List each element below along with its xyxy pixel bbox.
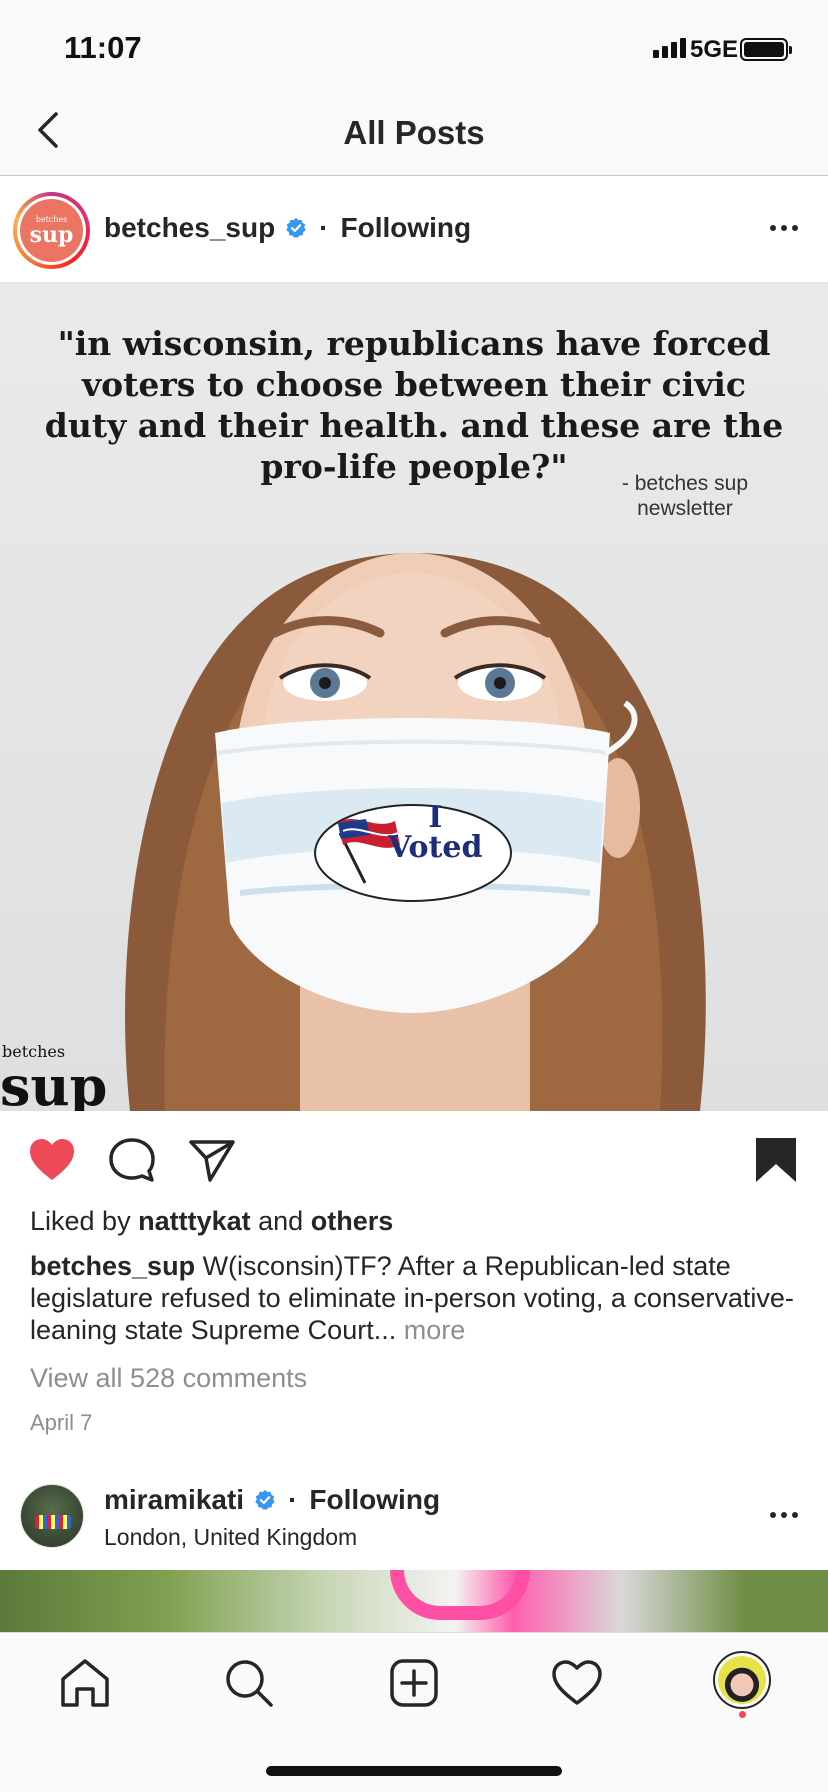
search-icon[interactable]: [221, 1655, 277, 1711]
next-post-header: miramikati · Following London, United Ki…: [0, 1478, 828, 1570]
post-header: betches sup betches_sup · Following: [0, 177, 828, 283]
avatar-logo: betches sup: [20, 199, 83, 262]
status-time: 11:07: [64, 30, 142, 65]
sticker-text: I Voted: [388, 800, 483, 865]
profile-avatar-icon[interactable]: [713, 1651, 771, 1709]
status-bar: 11:07 5GE: [0, 0, 828, 92]
heart-filled-icon[interactable]: [26, 1134, 78, 1186]
heart-outline-icon[interactable]: [549, 1655, 605, 1711]
image-quote: "in wisconsin, republicans have forced v…: [44, 324, 784, 486]
more-options-icon[interactable]: [770, 1512, 798, 1518]
separator-dot: ·: [288, 1484, 298, 1515]
battery-icon: [740, 38, 792, 61]
quote-attribution: - betches sup newsletter: [621, 472, 748, 520]
post-actions: [0, 1112, 828, 1207]
likes-summary[interactable]: Liked by natttykat and others: [30, 1206, 393, 1237]
home-icon[interactable]: [57, 1655, 113, 1711]
notification-dot: [739, 1711, 746, 1718]
liked-by-others[interactable]: others: [311, 1206, 394, 1236]
verified-badge-icon: [286, 217, 306, 238]
avatar[interactable]: [20, 1484, 84, 1548]
bookmark-filled-icon[interactable]: [750, 1134, 802, 1186]
home-indicator[interactable]: [266, 1766, 562, 1776]
network-type: 5GE: [690, 36, 739, 63]
verified-badge-icon: [255, 1489, 275, 1510]
view-comments-link[interactable]: View all 528 comments: [30, 1363, 307, 1394]
following-button[interactable]: Following: [341, 212, 472, 244]
following-button[interactable]: Following: [309, 1484, 440, 1516]
post-date: April 7: [30, 1410, 93, 1435]
next-post-user-line: miramikati · Following: [104, 1484, 440, 1516]
post-image[interactable]: "in wisconsin, republicans have forced v…: [0, 283, 828, 1111]
comment-bubble-icon[interactable]: [106, 1134, 158, 1186]
post-username[interactable]: betches_sup: [104, 212, 275, 244]
page-title: All Posts: [343, 114, 485, 151]
post-location[interactable]: London, United Kingdom: [104, 1524, 357, 1551]
caption-username[interactable]: betches_sup: [30, 1251, 195, 1281]
next-post-username[interactable]: miramikati: [104, 1484, 244, 1516]
liked-by-user[interactable]: natttykat: [138, 1206, 251, 1236]
post-caption: betches_sup W(isconsin)TF? After a Repub…: [30, 1250, 800, 1346]
image-watermark: betches sup: [0, 1042, 108, 1111]
next-post-image[interactable]: [0, 1570, 828, 1632]
cellular-signal-icon: [653, 38, 686, 58]
more-options-icon[interactable]: [770, 225, 798, 231]
avatar[interactable]: betches sup: [13, 192, 90, 269]
caption-more-link[interactable]: more: [404, 1315, 466, 1345]
paper-plane-icon[interactable]: [186, 1134, 238, 1186]
separator-dot: ·: [319, 212, 329, 243]
post-user-line: betches_sup · Following: [104, 212, 471, 244]
plus-square-icon[interactable]: [386, 1655, 442, 1711]
nav-header: All Posts: [0, 92, 828, 176]
